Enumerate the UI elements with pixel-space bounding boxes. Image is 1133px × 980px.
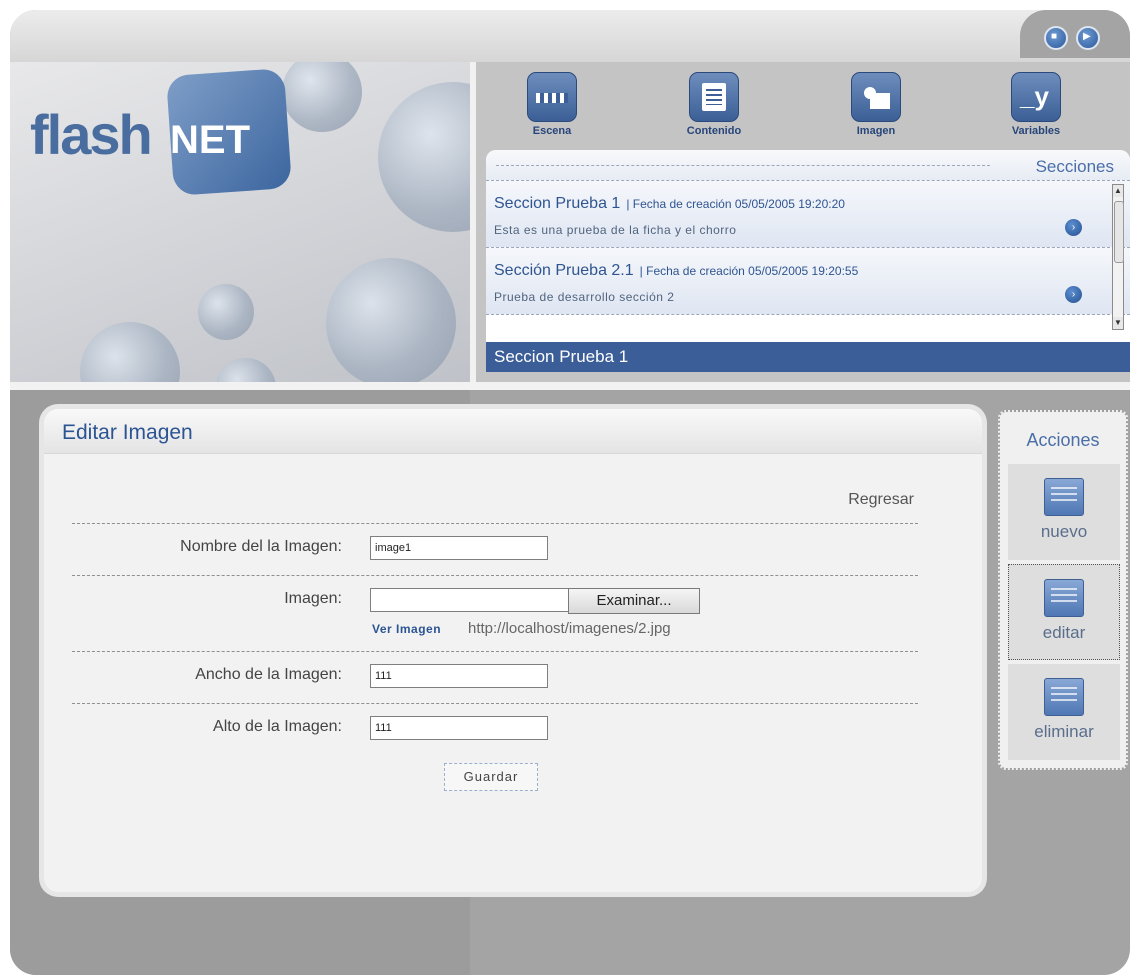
actions-title: Acciones — [1026, 430, 1100, 450]
nav-contenido[interactable]: Contenido — [674, 72, 754, 137]
image-label: Imagen: — [284, 590, 342, 607]
section-item[interactable]: Seccion Prueba 1 | Fecha de creación 05/0… — [486, 181, 1130, 248]
stop-icon: ■ — [1051, 31, 1058, 42]
edit-button[interactable]: editar — [1008, 564, 1120, 660]
actions-panel: Acciones nuevo editar eliminar — [998, 410, 1128, 770]
decorative-bubble — [282, 62, 362, 132]
navigation-header: Escena Contenido Imagen _y Variables Sec — [476, 62, 1130, 382]
arrow-right-icon[interactable]: › — [1065, 286, 1082, 303]
decorative-bubble — [326, 258, 456, 382]
selected-section: Seccion Prueba 1 — [486, 342, 1130, 372]
nav-imagen[interactable]: Imagen — [836, 72, 916, 137]
stop-button[interactable]: ■ — [1044, 26, 1068, 50]
new-label: nuevo — [1040, 522, 1088, 541]
section-description: Esta es una prueba de la ficha y el chor… — [494, 223, 737, 237]
top-bar — [10, 10, 1130, 62]
sections-list: Secciones Seccion Prueba 1 | Fecha de cre… — [486, 150, 1130, 372]
browse-button[interactable]: Examinar... — [568, 588, 700, 614]
nav-escena-label: Escena — [532, 125, 572, 137]
play-button[interactable]: ▶ — [1076, 26, 1100, 50]
nav-contenido-label: Contenido — [686, 125, 742, 137]
decorative-bubble — [80, 322, 180, 382]
delete-icon — [1044, 678, 1084, 716]
height-row: Alto de la Imagen: — [72, 703, 918, 756]
scroll-thumb[interactable] — [1114, 201, 1124, 263]
sections-scrollbar[interactable]: ▲ ▼ — [1112, 184, 1124, 330]
window-controls: ■ ▶ — [1020, 10, 1130, 58]
view-image-link[interactable]: Ver Imagen — [372, 622, 441, 636]
image-width-input[interactable] — [370, 664, 548, 688]
name-label: Nombre del la Imagen: — [180, 538, 342, 555]
panel-header: Editar Imagen — [44, 409, 982, 454]
edit-label: editar — [1042, 623, 1086, 642]
variable-glyph: _y — [1020, 81, 1049, 111]
nav-variables[interactable]: _y Variables — [996, 72, 1076, 137]
decorative-bubble — [216, 358, 276, 382]
delete-label: eliminar — [1034, 722, 1094, 741]
logo-net-text: NET — [170, 118, 250, 162]
decorative-bubble — [198, 284, 254, 340]
back-link[interactable]: Regresar — [848, 491, 914, 509]
height-label: Alto de la Imagen: — [213, 718, 342, 735]
width-row: Ancho de la Imagen: — [72, 651, 918, 704]
arrow-right-icon[interactable]: › — [1065, 219, 1082, 236]
section-date: | Fecha de creación 05/05/2005 19:20:20 — [626, 197, 845, 211]
image-row: Imagen: Examinar... Ver Imagen http://lo… — [72, 575, 918, 652]
save-button[interactable]: Guardar — [444, 763, 538, 791]
section-date: | Fecha de creación 05/05/2005 19:20:55 — [639, 264, 859, 278]
document-icon — [689, 72, 739, 122]
section-description: Prueba de desarrollo sección 2 — [494, 290, 675, 304]
app-frame: ■ ▶ flash NET Escena Contenido Imagen _y… — [10, 10, 1130, 975]
logo-panel: flash NET — [10, 62, 476, 382]
nav-escena[interactable]: Escena — [512, 72, 592, 137]
sections-title: Secciones — [1035, 157, 1114, 176]
nav-imagen-label: Imagen — [856, 125, 896, 137]
delete-button[interactable]: eliminar — [1008, 664, 1120, 760]
image-height-input[interactable] — [370, 716, 548, 740]
page-title: Editar Imagen — [62, 421, 193, 444]
scroll-down-icon[interactable]: ▼ — [1113, 317, 1123, 329]
header-divider — [10, 382, 1130, 390]
width-label: Ancho de la Imagen: — [195, 666, 342, 683]
nav-variables-label: Variables — [1011, 125, 1061, 137]
scroll-up-icon[interactable]: ▲ — [1113, 185, 1123, 197]
decorative-bubble — [378, 82, 470, 232]
image-file-input[interactable] — [370, 588, 592, 612]
section-name: Seccion Prueba 1 — [494, 195, 621, 212]
clapper-icon — [527, 72, 577, 122]
new-button[interactable]: nuevo — [1008, 464, 1120, 560]
play-icon: ▶ — [1083, 31, 1091, 42]
edit-icon — [1044, 579, 1084, 617]
logo-text: flash — [30, 103, 153, 166]
image-icon — [851, 72, 901, 122]
section-item[interactable]: Sección Prueba 2.1 | Fecha de creación 05… — [486, 248, 1130, 315]
edit-image-panel: Editar Imagen Regresar Nombre del la Ima… — [44, 409, 982, 892]
variable-icon: _y — [1011, 72, 1061, 122]
sections-header: Secciones — [486, 150, 1130, 181]
image-name-input[interactable] — [370, 536, 548, 560]
name-row: Nombre del la Imagen: — [72, 523, 918, 576]
new-document-icon — [1044, 478, 1084, 516]
section-name: Sección Prueba 2.1 — [494, 262, 634, 279]
image-url: http://localhost/imagenes/2.jpg — [468, 620, 671, 637]
